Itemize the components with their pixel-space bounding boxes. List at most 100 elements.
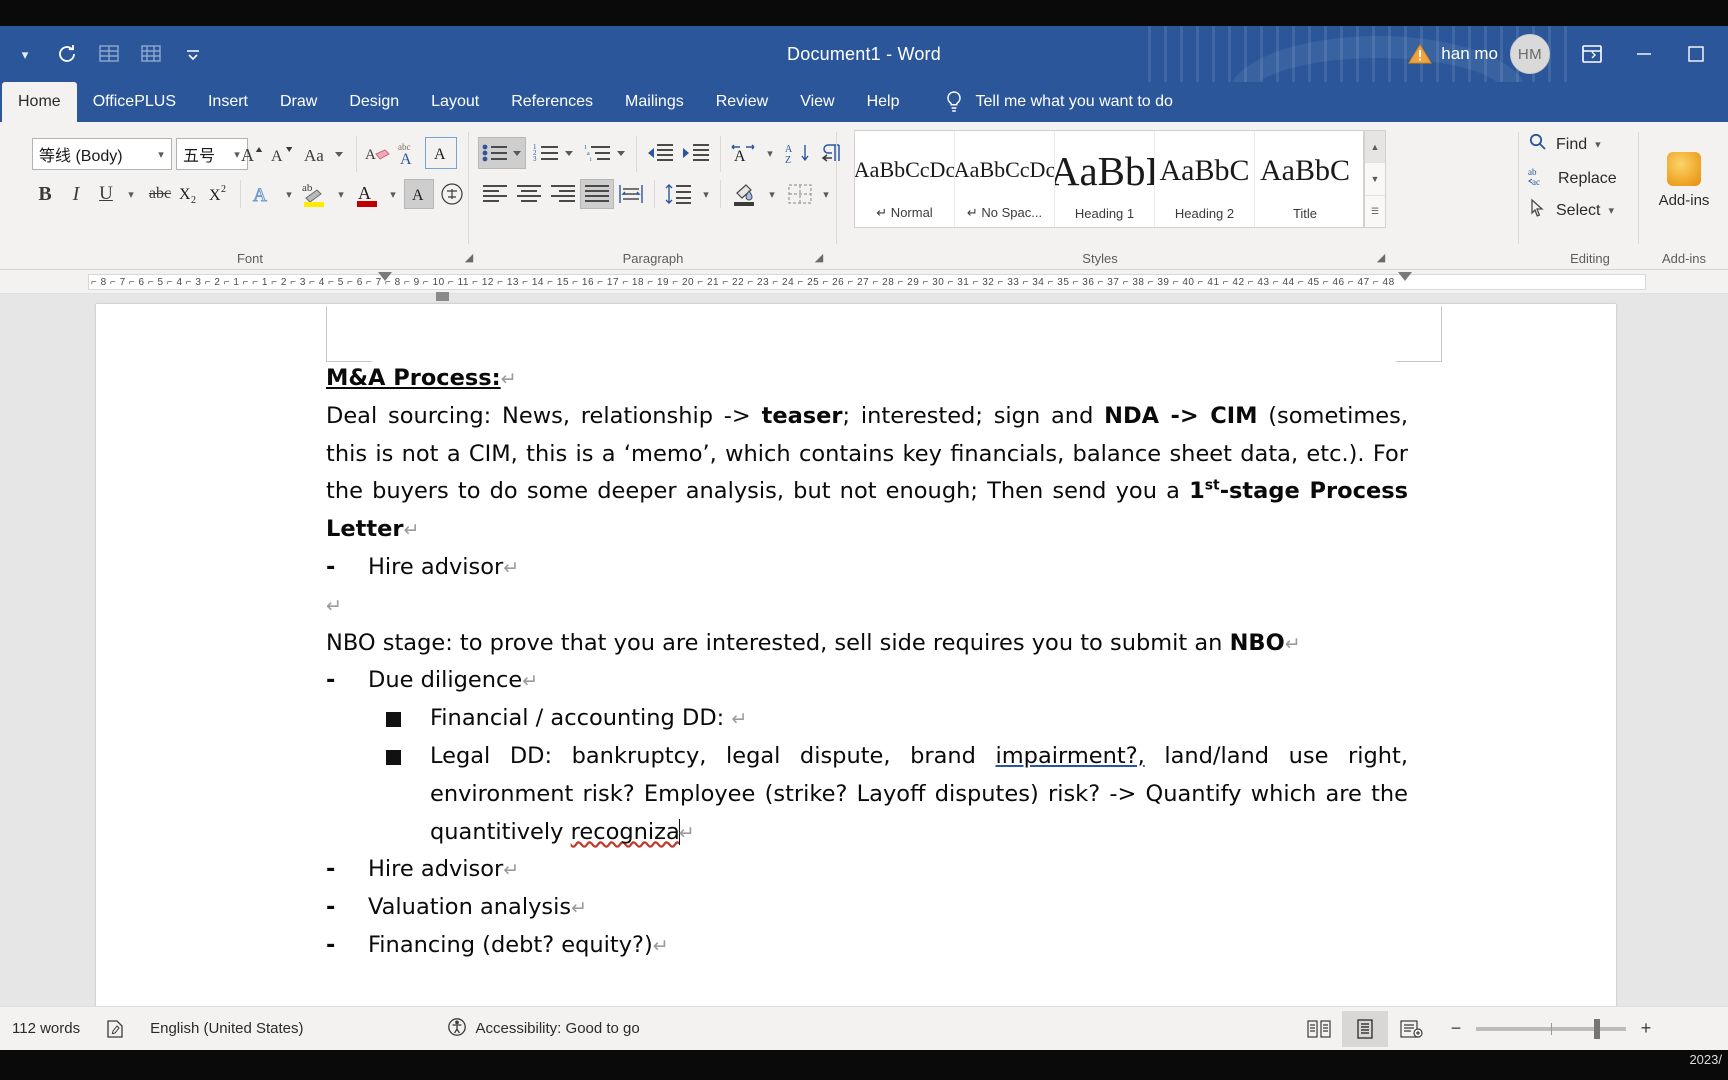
zoom-control[interactable]: − + xyxy=(1434,1018,1728,1039)
print-layout-view-button[interactable] xyxy=(1342,1010,1388,1047)
underline-button[interactable]: U xyxy=(92,178,120,210)
increase-indent-icon[interactable] xyxy=(678,137,714,169)
grow-font-icon[interactable]: A xyxy=(238,138,270,170)
table-grid2-icon[interactable] xyxy=(130,33,172,75)
ribbon-display-options-icon[interactable] xyxy=(1566,26,1618,82)
minimize-button[interactable] xyxy=(1618,26,1670,82)
bold-button[interactable]: B xyxy=(30,178,60,210)
strikethrough-button[interactable]: abc xyxy=(144,178,176,210)
styles-more-icon[interactable]: ☰ xyxy=(1365,196,1385,227)
list-item-hire-advisor-2[interactable]: - Hire advisor↵ xyxy=(326,851,1408,889)
replace-button[interactable]: ab ac Replace xyxy=(1528,166,1617,191)
tab-review[interactable]: Review xyxy=(700,82,784,122)
first-line-indent-marker[interactable] xyxy=(378,272,392,281)
sort-icon[interactable]: A Z xyxy=(782,137,816,169)
underline-chevron-down-icon[interactable]: ▾ xyxy=(120,178,142,210)
zoom-slider-thumb[interactable] xyxy=(1594,1018,1600,1039)
tab-draw[interactable]: Draw xyxy=(264,82,333,122)
style-item-normal[interactable]: AaBbCcDc ↵ Normal xyxy=(855,131,955,227)
account-warning-icon[interactable] xyxy=(1403,43,1437,65)
styles-dialog-launcher[interactable]: ◢ xyxy=(1374,251,1388,265)
document-page[interactable]: M&A Process:↵ Deal sourcing: News, relat… xyxy=(96,304,1616,1006)
avatar[interactable]: HM xyxy=(1510,34,1550,74)
zoom-in-button[interactable]: + xyxy=(1638,1018,1654,1039)
distributed-icon[interactable] xyxy=(614,178,648,210)
quick-access-customize-icon[interactable]: ▾ xyxy=(4,33,46,75)
paragraph-dialog-launcher[interactable]: ◢ xyxy=(812,251,826,265)
find-chevron-down-icon[interactable]: ▾ xyxy=(1595,138,1601,151)
highlight-icon[interactable]: ab xyxy=(298,176,332,212)
bullets-button[interactable] xyxy=(478,137,526,169)
styles-gallery-scrollbar[interactable]: ▲ ▼ ☰ xyxy=(1364,130,1386,228)
tab-insert[interactable]: Insert xyxy=(192,82,264,122)
select-button[interactable]: Select ▾ xyxy=(1528,198,1614,223)
document-scroll-area[interactable]: M&A Process:↵ Deal sourcing: News, relat… xyxy=(0,294,1728,1006)
paragraph-heading[interactable]: M&A Process:↵ xyxy=(326,360,1408,398)
superscript-button[interactable]: X2 xyxy=(206,178,236,210)
phonetic-guide-icon[interactable]: abc A xyxy=(394,136,428,170)
borders-icon[interactable] xyxy=(782,178,818,210)
word-count[interactable]: 112 words xyxy=(0,1007,92,1051)
language-status[interactable]: English (United States) xyxy=(138,1007,315,1051)
tab-home[interactable]: Home xyxy=(2,82,77,122)
tab-officeplus[interactable]: OfficePLUS xyxy=(77,82,192,122)
italic-button[interactable]: I xyxy=(62,178,90,210)
enclose-characters-icon[interactable] xyxy=(436,178,468,210)
align-left-icon[interactable] xyxy=(478,178,512,210)
change-case-icon[interactable]: Aa xyxy=(302,138,350,170)
list-item-valuation-analysis[interactable]: - Valuation analysis↵ xyxy=(326,889,1408,927)
zoom-out-button[interactable]: − xyxy=(1448,1018,1464,1039)
styles-scroll-down-icon[interactable]: ▼ xyxy=(1365,163,1385,196)
tab-view[interactable]: View xyxy=(784,82,850,122)
list-item-legal-dd[interactable]: Legal DD: bankruptcy, legal dispute, bra… xyxy=(386,738,1408,851)
tell-me-search[interactable]: Tell me what you want to do xyxy=(943,82,1173,122)
subscript-button[interactable]: X2 xyxy=(176,178,206,210)
add-ins-button[interactable]: Add-ins xyxy=(1646,152,1722,209)
style-item-heading-1[interactable]: AaBbI Heading 1 xyxy=(1055,131,1155,227)
styles-scroll-up-icon[interactable]: ▲ xyxy=(1365,131,1385,164)
shading-icon[interactable] xyxy=(726,176,762,212)
style-item-heading-2[interactable]: AaBbC Heading 2 xyxy=(1155,131,1255,227)
proofing-errors-icon[interactable] xyxy=(92,1007,138,1051)
shading-chevron-down-icon[interactable]: ▾ xyxy=(762,178,782,210)
ruler[interactable]: ⌐ 8 ⌐ 7 ⌐ 6 ⌐ 5 ⌐ 4 ⌐ 3 ⌐ 2 ⌐ 1 ⌐ ⌐ 1 ⌐ … xyxy=(0,270,1728,301)
ruler-track[interactable]: ⌐ 8 ⌐ 7 ⌐ 6 ⌐ 5 ⌐ 4 ⌐ 3 ⌐ 2 ⌐ 1 ⌐ ⌐ 1 ⌐ … xyxy=(88,274,1646,290)
align-center-icon[interactable] xyxy=(512,178,546,210)
style-item-title[interactable]: AaBbC Title xyxy=(1255,131,1355,227)
maximize-button[interactable] xyxy=(1670,26,1722,82)
more-commands-icon[interactable] xyxy=(172,33,214,75)
borders-chevron-down-icon[interactable]: ▾ xyxy=(816,178,836,210)
tab-references[interactable]: References xyxy=(495,82,609,122)
character-shading-icon[interactable]: A xyxy=(404,179,434,209)
highlight-chevron-down-icon[interactable]: ▾ xyxy=(330,178,352,210)
paragraph-nbo-stage[interactable]: NBO stage: to prove that you are interes… xyxy=(326,625,1408,663)
align-right-icon[interactable] xyxy=(546,178,580,210)
line-spacing-chevron-down-icon[interactable]: ▾ xyxy=(696,178,716,210)
left-indent-marker[interactable] xyxy=(436,292,449,301)
list-item-financing[interactable]: - Financing (debt? equity?)↵ xyxy=(326,927,1408,965)
multilevel-list-button[interactable]: 1 a i xyxy=(582,137,630,169)
character-border-icon[interactable]: A xyxy=(425,137,457,169)
tab-design[interactable]: Design xyxy=(333,82,415,122)
paragraph-empty[interactable]: ↵ xyxy=(326,587,1408,625)
list-item-due-diligence[interactable]: - Due diligence↵ xyxy=(326,662,1408,700)
font-color-chevron-down-icon[interactable]: ▾ xyxy=(382,178,404,210)
text-effects-icon[interactable]: A xyxy=(246,178,278,210)
tab-mailings[interactable]: Mailings xyxy=(609,82,700,122)
tab-help[interactable]: Help xyxy=(851,82,916,122)
find-button[interactable]: Find ▾ xyxy=(1528,132,1601,157)
list-item-hire-advisor-1[interactable]: - Hire advisor↵ xyxy=(326,549,1408,587)
table-grid-icon[interactable] xyxy=(88,33,130,75)
undo-icon[interactable] xyxy=(46,33,88,75)
right-indent-marker[interactable] xyxy=(1398,272,1412,281)
desktop-clock[interactable]: 2023/ xyxy=(1689,1052,1722,1067)
tab-layout[interactable]: Layout xyxy=(415,82,495,122)
font-color-icon[interactable]: A xyxy=(350,176,384,212)
list-item-financial-dd[interactable]: Financial / accounting DD: ↵ xyxy=(386,700,1408,738)
asian-layout-chevron-down-icon[interactable]: ▾ xyxy=(760,137,780,169)
web-layout-view-button[interactable] xyxy=(1388,1011,1434,1047)
text-effects-chevron-down-icon[interactable]: ▾ xyxy=(278,178,300,210)
read-mode-view-button[interactable] xyxy=(1296,1011,1342,1047)
decrease-indent-icon[interactable] xyxy=(642,137,678,169)
select-chevron-down-icon[interactable]: ▾ xyxy=(1608,204,1614,217)
